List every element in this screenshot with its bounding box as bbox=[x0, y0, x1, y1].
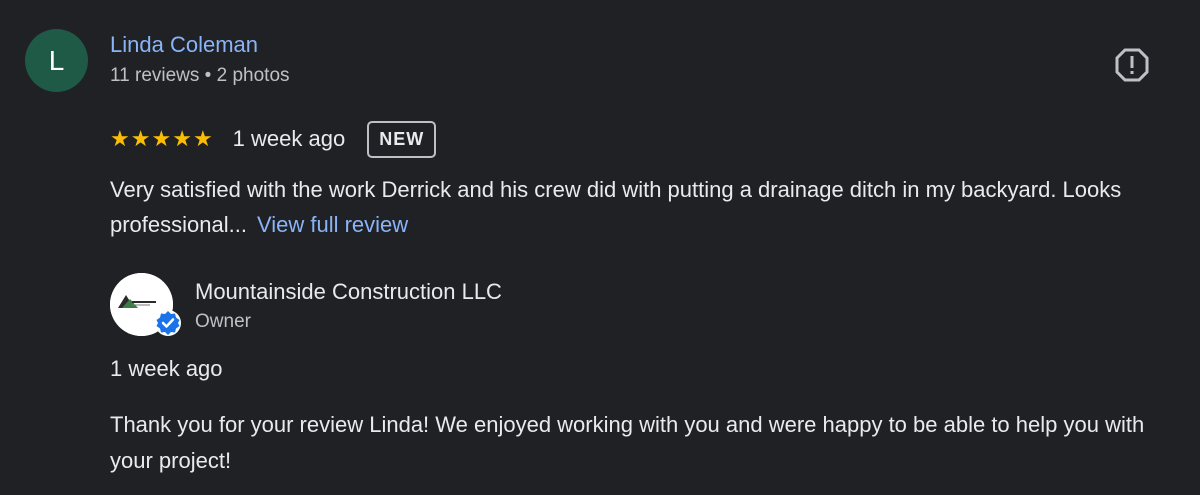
star-icon: ★ bbox=[172, 126, 192, 151]
view-full-review-link[interactable]: View full review bbox=[257, 212, 408, 237]
review-date: 1 week ago bbox=[232, 126, 346, 151]
new-badge: NEW bbox=[367, 120, 437, 158]
reviewer-meta: 11 reviews • 2 photos bbox=[110, 65, 290, 86]
response-date: 1 week ago bbox=[110, 356, 223, 381]
reviewer-avatar[interactable]: L bbox=[25, 29, 88, 92]
review-text: Very satisfied with the work Derrick and… bbox=[110, 172, 1150, 242]
review-card: L Linda Coleman 11 reviews • 2 photos ★ … bbox=[0, 0, 1200, 495]
star-icon: ★ bbox=[110, 126, 130, 151]
star-icon: ★ bbox=[192, 126, 213, 151]
star-icon: ★ bbox=[151, 126, 172, 151]
reviewer-name-link[interactable]: Linda Coleman bbox=[110, 32, 258, 58]
star-icon: ★ bbox=[130, 126, 151, 151]
report-icon[interactable] bbox=[1114, 47, 1150, 83]
owner-name: Mountainside Construction LLC bbox=[195, 279, 502, 304]
verified-badge-icon bbox=[155, 310, 181, 336]
rating-row: ★ ★ ★ ★ ★ 1 week ago NEW bbox=[110, 118, 437, 160]
reviewer-initial: L bbox=[48, 44, 65, 76]
response-text: Thank you for your review Linda! We enjo… bbox=[110, 412, 1145, 473]
owner-role: Owner bbox=[195, 311, 251, 332]
star-rating: ★ ★ ★ ★ ★ bbox=[110, 128, 213, 150]
